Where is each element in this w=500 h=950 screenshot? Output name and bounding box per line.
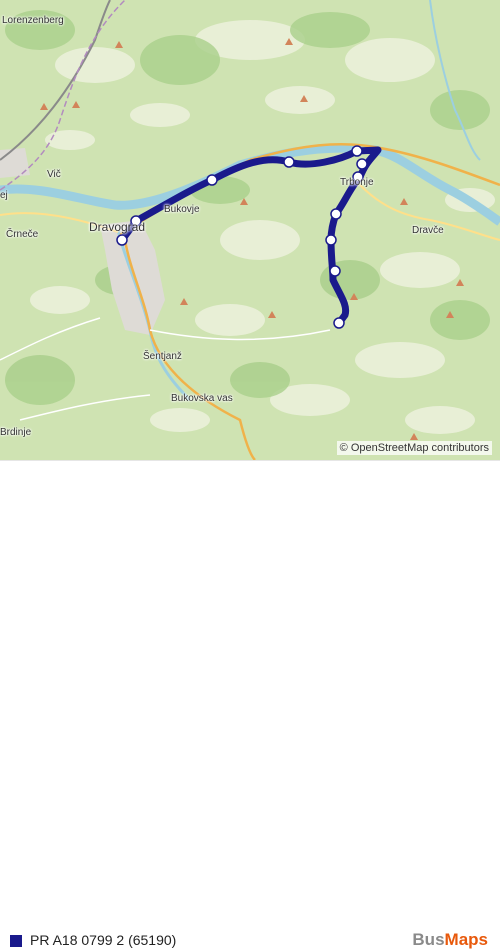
- bus-stop-marker[interactable]: [330, 208, 342, 220]
- bus-stop-marker[interactable]: [116, 234, 128, 246]
- busmaps-logo[interactable]: BusMaps: [412, 930, 488, 950]
- bus-stop-marker[interactable]: [325, 234, 337, 246]
- legend-footer: PR A18 0799 2 (65190) BusMaps: [0, 460, 500, 949]
- bus-stop-marker[interactable]: [206, 174, 218, 186]
- bus-stop-marker[interactable]: [329, 265, 341, 277]
- place-label-lorenzenberg: Lorenzenberg: [2, 15, 64, 26]
- place-label-bukovska-vas: Bukovska vas: [171, 393, 233, 404]
- place-label-ej: ej: [0, 190, 8, 201]
- place-label-dravograd: Dravograd: [89, 220, 146, 234]
- bus-stop-marker[interactable]: [333, 317, 345, 329]
- brand-part-maps: Maps: [444, 930, 488, 949]
- route-color-swatch: [10, 935, 22, 947]
- place-label-brdinje: Brdinje: [0, 427, 32, 438]
- place-label-vic: Vič: [47, 169, 61, 180]
- river-north: [429, 0, 481, 161]
- urban-area-small: [0, 148, 30, 178]
- place-label-crnece: Črneče: [6, 229, 39, 240]
- bus-stop-marker[interactable]: [356, 158, 368, 170]
- place-label-sentjanz: Šentjanž: [143, 351, 182, 362]
- place-label-trbonje: Trbonje: [340, 177, 374, 188]
- map-view[interactable]: Lorenzenberg Vič ej Črneče Dravograd Buk…: [0, 0, 500, 460]
- brand-part-bus: Bus: [412, 930, 445, 949]
- road-local-1: [0, 317, 101, 361]
- place-label-dravce: Dravče: [412, 225, 444, 236]
- bus-stop-marker[interactable]: [283, 156, 295, 168]
- route-label: PR A18 0799 2 (65190): [30, 932, 177, 948]
- place-label-bukovje: Bukovje: [164, 204, 200, 215]
- osm-attribution-link[interactable]: © OpenStreetMap contributors: [336, 441, 492, 455]
- bus-stop-marker[interactable]: [351, 145, 363, 157]
